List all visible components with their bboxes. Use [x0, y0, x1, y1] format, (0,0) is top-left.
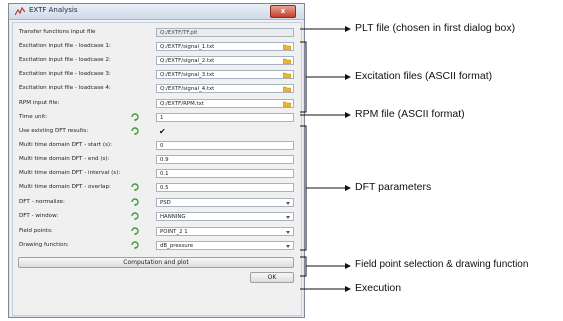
annotation-rpm: RPM file (ASCII format) [355, 108, 465, 120]
annotation-excitation: Excitation files (ASCII format) [355, 70, 493, 82]
annotation-dft: DFT parameters [355, 181, 432, 193]
annotation-fieldpoint: Field point selection & drawing function [355, 259, 529, 270]
annotation-plt: PLT file (chosen in first dialog box) [355, 22, 516, 34]
annotation-execution: Execution [355, 282, 402, 294]
annotation-lines [300, 26, 351, 292]
